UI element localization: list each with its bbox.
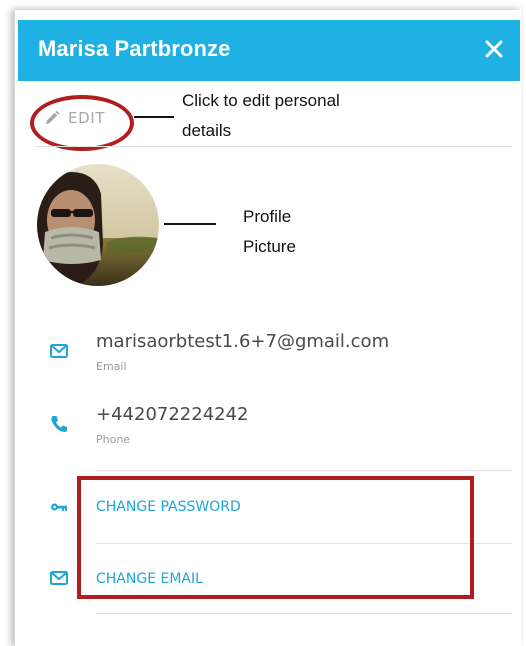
edit-highlight-oval (30, 95, 134, 151)
profile-header: Marisa Partbronze (18, 20, 520, 81)
profile-name-title: Marisa Partbronze (38, 36, 231, 61)
edit-annotation-line (134, 116, 174, 118)
profile-annotation-line1: Profile (243, 207, 292, 226)
mail-icon (50, 571, 68, 585)
edit-annotation-line2: details (182, 121, 232, 140)
phone-caption: Phone (96, 433, 131, 446)
profile-picture (37, 164, 159, 286)
email-value: marisaorbtest1.6+7@gmail.com (96, 331, 390, 352)
close-icon (485, 40, 503, 58)
bottom-divider (96, 613, 512, 614)
edit-annotation-line1: Click to edit personal (182, 91, 340, 110)
key-icon (51, 503, 67, 511)
profile-annotation-line2: Picture (243, 237, 296, 256)
profile-annotation-line (164, 223, 216, 225)
contact-divider (96, 470, 512, 471)
phone-icon (51, 416, 67, 432)
mail-icon (50, 344, 68, 358)
close-button[interactable] (478, 33, 510, 65)
avatar (37, 164, 159, 286)
email-caption: Email (96, 360, 127, 373)
phone-value: +442072224242 (96, 404, 249, 425)
actions-highlight-box (77, 476, 474, 599)
header-divider (36, 146, 512, 147)
